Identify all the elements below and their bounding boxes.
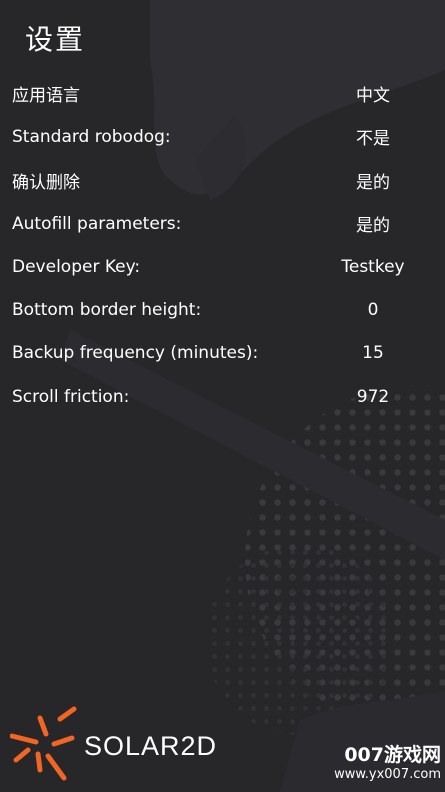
setting-label: 确认删除 xyxy=(12,172,80,193)
setting-row-confirm-delete[interactable]: 确认删除 是的 xyxy=(0,159,445,202)
solar2d-logo-text: SOLAR2D xyxy=(84,731,218,761)
setting-row-standard-robodog[interactable]: Standard robodog: 不是 xyxy=(0,115,445,158)
setting-value[interactable]: 是的 xyxy=(323,168,423,193)
setting-value[interactable]: 0 xyxy=(323,300,423,320)
setting-value[interactable]: 15 xyxy=(323,343,423,363)
watermark-url: www.yx007.com xyxy=(334,767,441,782)
watermark-title: 007游戏网 xyxy=(344,744,441,766)
site-watermark: 007游戏网 www.yx007.com xyxy=(334,744,441,784)
setting-value[interactable]: 是的 xyxy=(323,211,423,236)
setting-value[interactable]: Testkey xyxy=(323,257,423,277)
settings-list: 应用语言 中文 Standard robodog: 不是 确认删除 是的 Aut… xyxy=(0,72,445,418)
setting-label: Developer Key: xyxy=(12,256,141,277)
page-title: 设置 xyxy=(25,23,86,56)
setting-label: Autofill parameters: xyxy=(12,213,182,234)
setting-row-app-language[interactable]: 应用语言 中文 xyxy=(0,72,445,115)
setting-value[interactable]: 不是 xyxy=(323,124,423,149)
setting-label: Scroll friction: xyxy=(12,386,130,407)
setting-label: Standard robodog: xyxy=(12,126,171,147)
setting-value[interactable]: 中文 xyxy=(323,81,423,106)
setting-label: 应用语言 xyxy=(12,86,80,107)
setting-row-scroll-friction[interactable]: Scroll friction: 972 xyxy=(0,375,445,418)
setting-row-autofill-parameters[interactable]: Autofill parameters: 是的 xyxy=(0,202,445,245)
setting-label: Backup frequency (minutes): xyxy=(12,343,259,364)
setting-label: Bottom border height: xyxy=(12,300,202,321)
setting-row-bottom-border-height[interactable]: Bottom border height: 0 xyxy=(0,288,445,331)
setting-row-backup-frequency[interactable]: Backup frequency (minutes): 15 xyxy=(0,332,445,375)
setting-value[interactable]: 972 xyxy=(323,387,423,407)
setting-row-developer-key[interactable]: Developer Key: Testkey xyxy=(0,245,445,288)
